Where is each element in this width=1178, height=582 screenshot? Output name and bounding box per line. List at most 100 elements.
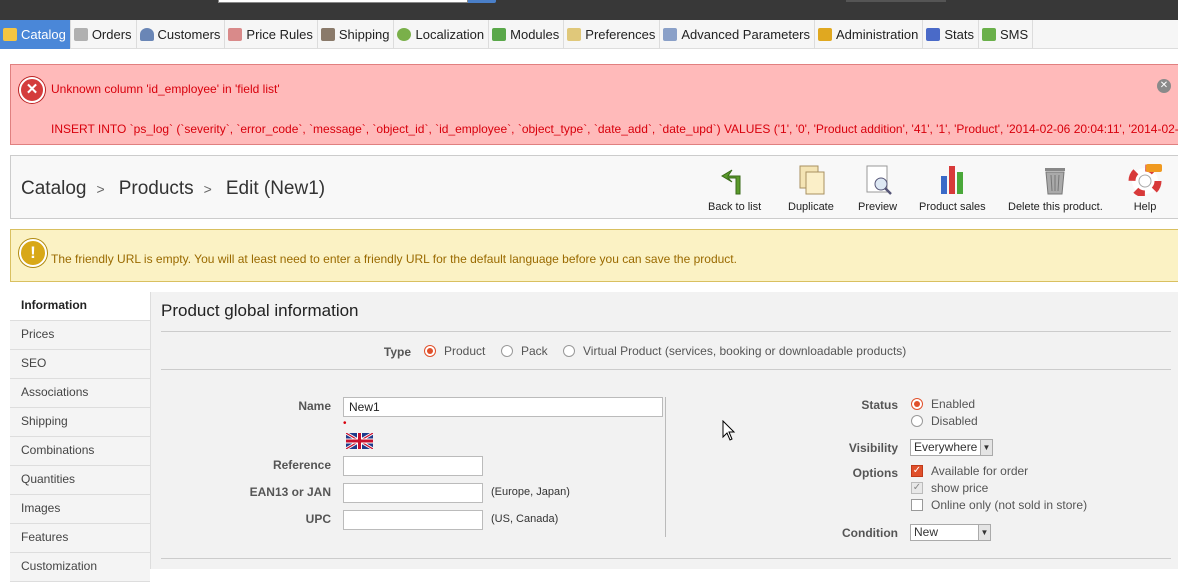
checkbox-checked-icon: ✓ bbox=[911, 465, 923, 477]
menu-item-customers[interactable]: Customers bbox=[137, 20, 226, 49]
tab-features[interactable]: Features bbox=[10, 524, 150, 553]
divider bbox=[161, 369, 1171, 370]
ean-note: (Europe, Japan) bbox=[491, 486, 570, 498]
type-pack-radio[interactable]: Pack bbox=[501, 344, 548, 358]
tab-associations[interactable]: Associations bbox=[10, 379, 150, 408]
menu-item-administration[interactable]: Administration bbox=[815, 20, 924, 49]
breadcrumb-catalog[interactable]: Catalog bbox=[21, 178, 87, 200]
tab-seo[interactable]: SEO bbox=[10, 350, 150, 379]
localization-icon bbox=[397, 28, 412, 41]
product-sales-button[interactable]: Product sales bbox=[919, 164, 986, 213]
tab-combinations[interactable]: Combinations bbox=[10, 437, 150, 466]
option-label: Available for order bbox=[931, 464, 1029, 478]
delete-product-button[interactable]: Delete this product. bbox=[1008, 164, 1103, 213]
condition-label: Condition bbox=[842, 526, 898, 540]
header-quick-access[interactable] bbox=[846, 0, 946, 2]
header-search-button[interactable] bbox=[468, 0, 496, 3]
menu-item-localization[interactable]: Localization bbox=[394, 20, 490, 49]
tab-quantities[interactable]: Quantities bbox=[10, 466, 150, 495]
price-rules-icon bbox=[228, 28, 243, 41]
close-icon[interactable]: ✕ bbox=[1157, 79, 1171, 93]
status-option-label: Disabled bbox=[931, 414, 978, 428]
back-to-list-button[interactable]: Back to list bbox=[708, 164, 761, 213]
chevron-right-icon: > bbox=[203, 181, 212, 197]
preview-button[interactable]: Preview bbox=[858, 164, 897, 213]
status-enabled-radio[interactable]: Enabled bbox=[911, 397, 975, 411]
checkbox-icon bbox=[911, 499, 923, 511]
checkbox-checked-icon: ✓ bbox=[911, 482, 923, 494]
menu-item-price-rules[interactable]: Price Rules bbox=[225, 20, 318, 49]
radio-selected-icon bbox=[424, 345, 436, 357]
option-label: show price bbox=[931, 481, 989, 495]
stats-icon bbox=[926, 28, 941, 41]
customers-icon bbox=[139, 28, 154, 41]
product-sales-label: Product sales bbox=[919, 201, 986, 213]
menu-item-label: Orders bbox=[91, 27, 132, 42]
orders-icon bbox=[73, 28, 88, 41]
advanced-parameters-icon bbox=[663, 28, 678, 41]
back-arrow-icon bbox=[720, 169, 741, 195]
upc-field[interactable] bbox=[343, 510, 483, 530]
menu-item-stats[interactable]: Stats bbox=[923, 20, 979, 49]
type-option-label: Product bbox=[444, 344, 486, 358]
name-field[interactable]: New1 bbox=[343, 397, 663, 417]
condition-value: New bbox=[914, 525, 939, 539]
show-price-checkbox[interactable]: ✓ show price bbox=[911, 481, 988, 495]
error-alert: ✕ Unknown column 'id_employee' in 'field… bbox=[10, 64, 1178, 145]
type-product-radio[interactable]: Product bbox=[424, 344, 485, 358]
help-button[interactable]: Help bbox=[1128, 164, 1162, 213]
reference-field[interactable] bbox=[343, 456, 483, 476]
type-label: Type bbox=[383, 345, 411, 359]
duplicate-label: Duplicate bbox=[788, 201, 834, 213]
header-search-input[interactable] bbox=[218, 0, 468, 3]
tab-prices[interactable]: Prices bbox=[10, 321, 150, 350]
tab-customization[interactable]: Customization bbox=[10, 553, 150, 582]
ean-field[interactable] bbox=[343, 483, 483, 503]
option-label: Online only (not sold in store) bbox=[931, 498, 1088, 512]
error-sql-query: INSERT INTO `ps_log` (`severity`, `error… bbox=[51, 122, 1178, 136]
modules-icon bbox=[492, 28, 507, 41]
status-label: Status bbox=[861, 398, 898, 412]
status-disabled-radio[interactable]: Disabled bbox=[911, 414, 978, 428]
menu-item-label: Customers bbox=[157, 27, 221, 42]
mouse-cursor-icon bbox=[722, 420, 736, 441]
panel-title: Product global information bbox=[161, 301, 359, 320]
breadcrumb-current: Edit (New1) bbox=[225, 178, 326, 199]
online-only-checkbox[interactable]: Online only (not sold in store) bbox=[911, 498, 1087, 512]
radio-icon bbox=[501, 345, 513, 357]
menu-item-modules[interactable]: Modules bbox=[489, 20, 565, 49]
menu-item-orders[interactable]: Orders bbox=[71, 20, 137, 49]
warning-text: The friendly URL is empty. You will at l… bbox=[51, 252, 737, 266]
available-for-order-checkbox[interactable]: ✓ Available for order bbox=[911, 464, 1028, 478]
column-divider bbox=[665, 397, 666, 537]
menu-item-sms[interactable]: SMS bbox=[979, 20, 1034, 49]
menu-item-label: Modules bbox=[510, 27, 560, 42]
visibility-select[interactable]: Everywhere ▼ bbox=[910, 439, 993, 456]
tab-information[interactable]: Information bbox=[10, 292, 150, 321]
menu-item-label: Localization bbox=[415, 27, 485, 42]
tab-shipping[interactable]: Shipping bbox=[10, 408, 150, 437]
preferences-icon bbox=[567, 28, 582, 41]
upc-label: UPC bbox=[305, 512, 331, 526]
required-marker: • bbox=[343, 418, 347, 429]
condition-select[interactable]: New ▼ bbox=[910, 524, 991, 541]
back-to-list-label: Back to list bbox=[708, 201, 762, 213]
menu-item-label: Shipping bbox=[338, 27, 390, 42]
uk-flag-icon[interactable] bbox=[346, 433, 373, 449]
menu-item-advanced-parameters[interactable]: Advanced Parameters bbox=[660, 20, 815, 49]
type-option-label: Virtual Product (services, booking or do… bbox=[583, 344, 907, 358]
duplicate-button[interactable]: Duplicate bbox=[788, 164, 834, 213]
upc-note: (US, Canada) bbox=[491, 513, 559, 525]
duplicate-icon bbox=[799, 165, 825, 195]
bar-chart-icon bbox=[941, 166, 964, 194]
breadcrumb-products[interactable]: Products bbox=[119, 178, 194, 200]
chevron-down-icon: ▼ bbox=[978, 525, 990, 540]
ean-label: EAN13 or JAN bbox=[249, 485, 331, 499]
tab-images[interactable]: Images bbox=[10, 495, 150, 524]
menu-item-preferences[interactable]: Preferences bbox=[564, 20, 661, 49]
type-virtual-radio[interactable]: Virtual Product (services, booking or do… bbox=[563, 344, 906, 358]
status-option-label: Enabled bbox=[931, 397, 976, 411]
menu-item-catalog[interactable]: Catalog bbox=[0, 20, 71, 49]
preview-label: Preview bbox=[858, 201, 898, 213]
menu-item-shipping[interactable]: Shipping bbox=[318, 20, 395, 49]
